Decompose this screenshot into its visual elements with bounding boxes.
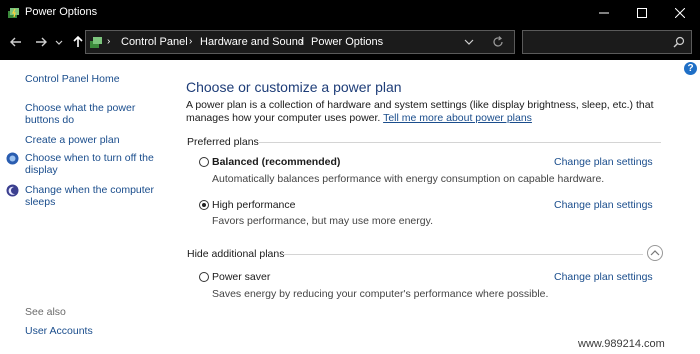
maximize-icon <box>637 8 647 18</box>
sidebar-change-sleep[interactable]: Change when the computer sleeps <box>25 184 160 208</box>
see-also-label: See also <box>25 306 66 318</box>
close-icon <box>675 8 685 18</box>
breadcrumb-power-options[interactable]: Power Options <box>311 36 383 48</box>
arrow-right-icon <box>36 37 47 47</box>
section-divider <box>283 254 643 255</box>
collapse-plans-button[interactable] <box>647 245 663 261</box>
radio-power-saver[interactable] <box>199 272 209 282</box>
title-bar: Power Options <box>0 0 700 26</box>
breadcrumb-hardware-and-sound[interactable]: Hardware and Sound <box>200 36 304 48</box>
sidebar-user-accounts[interactable]: User Accounts <box>25 325 93 337</box>
tell-me-more-link[interactable]: Tell me more about power plans <box>383 112 532 124</box>
breadcrumb-separator: › <box>189 36 193 47</box>
breadcrumb-separator: › <box>300 36 304 47</box>
plan-name-high-performance[interactable]: High performance <box>212 199 295 211</box>
plan-desc-high-performance: Favors performance, but may use more ene… <box>212 215 433 227</box>
display-settings-icon <box>6 152 19 165</box>
minimize-icon <box>599 12 609 14</box>
chevron-down-icon <box>464 39 474 45</box>
help-icon[interactable]: ? <box>684 62 697 75</box>
section-divider <box>259 142 661 143</box>
preferred-plans-label: Preferred plans <box>187 136 259 148</box>
sidebar-create-power-plan[interactable]: Create a power plan <box>25 134 120 146</box>
recent-locations-button[interactable] <box>54 35 64 51</box>
change-plan-settings-balanced[interactable]: Change plan settings <box>554 156 653 168</box>
plan-name-power-saver[interactable]: Power saver <box>212 271 270 283</box>
minimize-button[interactable] <box>587 0 621 26</box>
change-plan-settings-power-saver[interactable]: Change plan settings <box>554 271 653 283</box>
refresh-button[interactable] <box>491 35 505 52</box>
plan-desc-balanced: Automatically balances performance with … <box>212 173 605 185</box>
hide-additional-plans-label[interactable]: Hide additional plans <box>187 248 284 260</box>
search-input[interactable] <box>522 30 692 54</box>
up-button[interactable] <box>70 35 86 51</box>
close-button[interactable] <box>663 0 697 26</box>
power-options-icon <box>8 8 19 18</box>
page-description: A power plan is a collection of hardware… <box>186 99 656 124</box>
address-dropdown-button[interactable] <box>464 35 474 52</box>
radio-high-performance[interactable] <box>199 200 209 210</box>
watermark: www.989214.com <box>578 338 665 350</box>
maximize-button[interactable] <box>625 0 659 26</box>
sidebar-power-buttons[interactable]: Choose what the power buttons do <box>25 102 145 126</box>
search-icon <box>673 36 685 48</box>
sleep-moon-icon <box>6 184 19 197</box>
window-title: Power Options <box>25 6 98 18</box>
refresh-icon <box>493 36 503 47</box>
plan-desc-power-saver: Saves energy by reducing your computer's… <box>212 288 549 300</box>
forward-button[interactable] <box>33 35 49 51</box>
back-button[interactable] <box>8 35 24 51</box>
breadcrumb-control-panel[interactable]: Control Panel <box>121 36 188 48</box>
chevron-up-icon <box>650 250 660 256</box>
arrow-up-icon <box>73 35 83 47</box>
radio-balanced[interactable] <box>199 157 209 167</box>
plan-name-balanced[interactable]: Balanced (recommended) <box>212 156 340 168</box>
page-title: Choose or customize a power plan <box>186 79 402 95</box>
arrow-left-icon <box>10 37 21 47</box>
control-panel-icon <box>90 37 102 48</box>
sidebar-turn-off-display[interactable]: Choose when to turn off the display <box>25 152 160 176</box>
breadcrumb-separator: › <box>107 36 111 47</box>
chevron-down-icon <box>55 40 63 45</box>
change-plan-settings-high-performance[interactable]: Change plan settings <box>554 199 653 211</box>
address-box[interactable]: › Control Panel › Hardware and Sound › P… <box>85 30 515 54</box>
sidebar-control-panel-home[interactable]: Control Panel Home <box>25 73 120 85</box>
